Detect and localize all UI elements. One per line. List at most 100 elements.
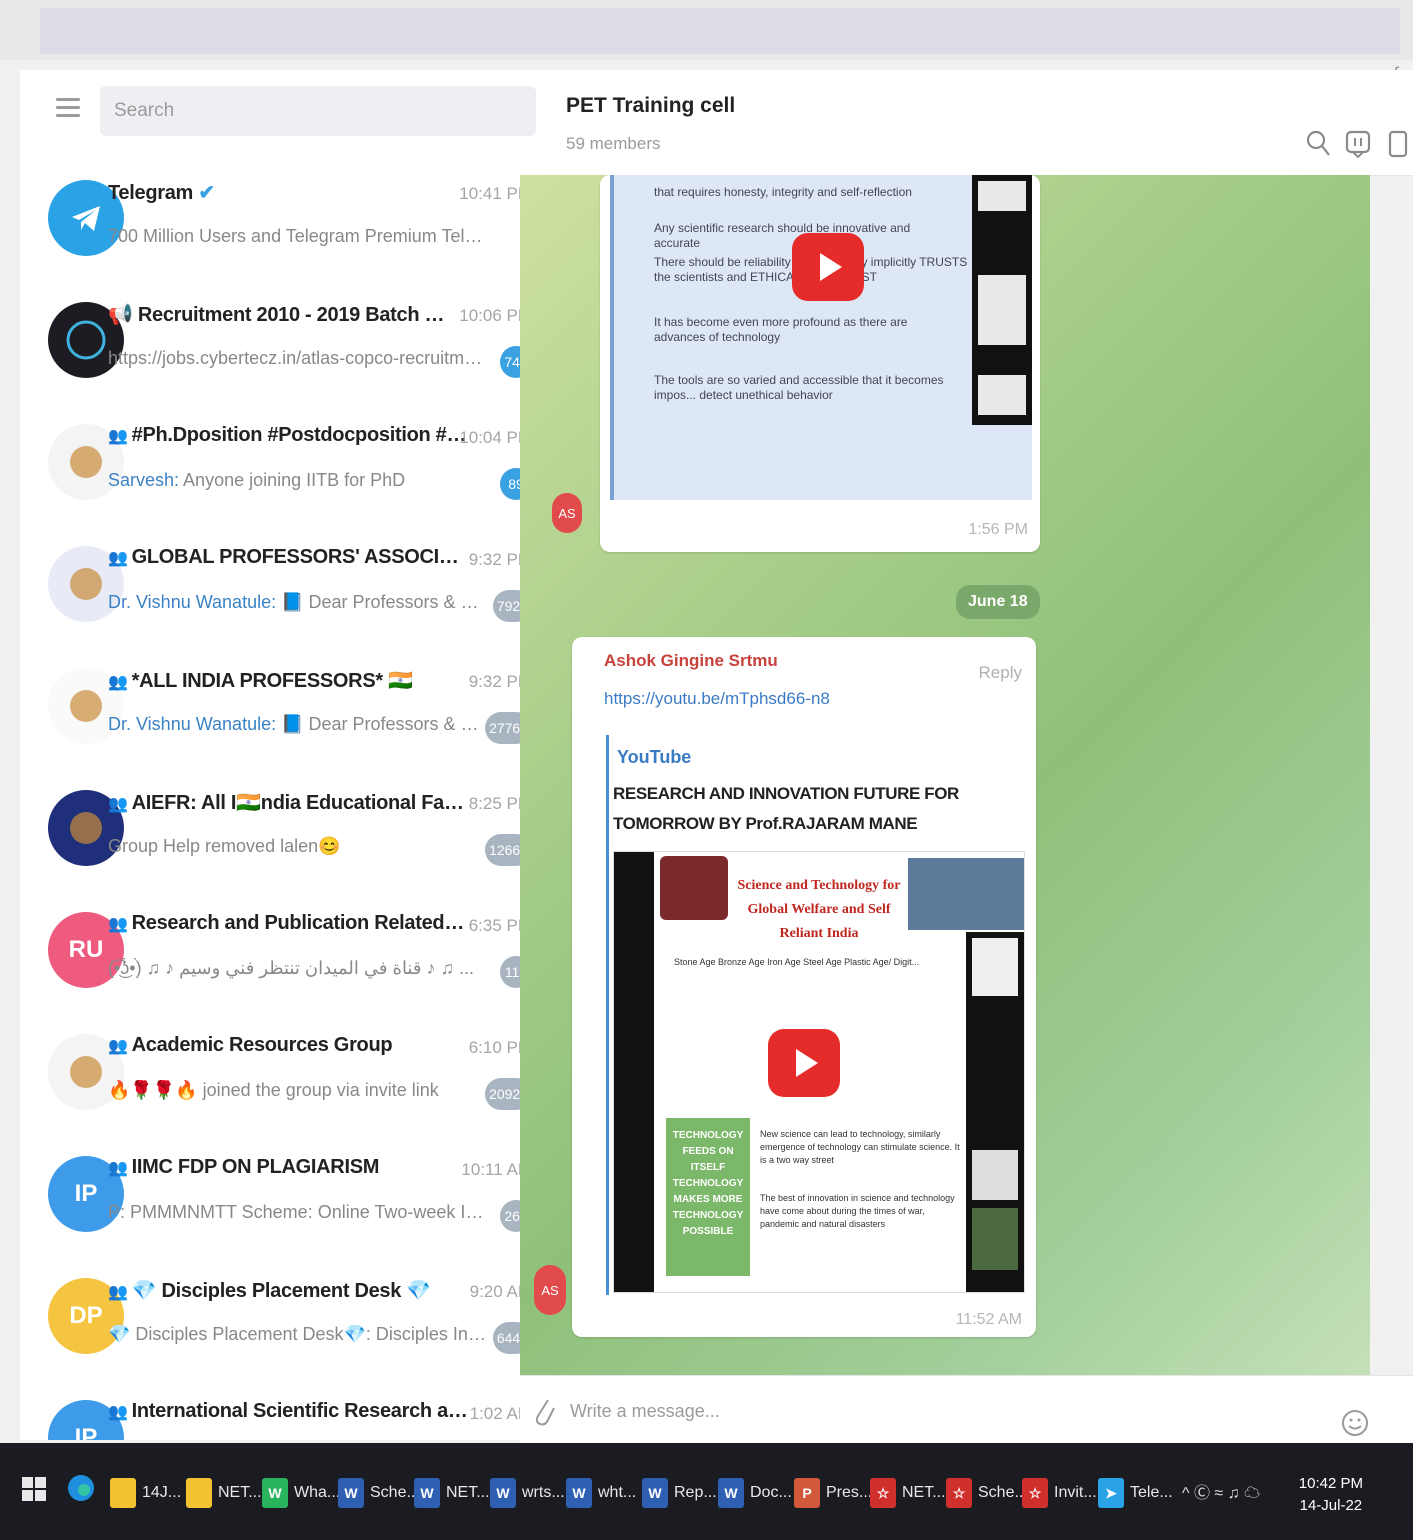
verified-icon: ✔ xyxy=(198,182,215,204)
chat-item[interactable]: 📢 Recruitment 2010 - 2019 Batch 🎓 CyberT… xyxy=(20,288,548,410)
chat-item[interactable]: IP 👥 IIMC FDP ON PLAGIARISM 10:11 AM P: PMMM… xyxy=(20,1142,548,1264)
attach-icon[interactable] xyxy=(530,1390,556,1430)
thumbnail-text: New science can lead to technology, simi… xyxy=(760,1129,960,1165)
message-composer xyxy=(520,1375,1413,1444)
chat-item[interactable]: Telegram ✔ 10:41 PM 700 Million Users and … xyxy=(20,166,548,288)
taskbar-app[interactable]: W Wha... xyxy=(262,1469,340,1517)
chat-item[interactable]: 👥 *ALL INDIA PROFESSORS* 🇮🇳 9:32 PM Dr. Vis… xyxy=(20,654,548,776)
chat-item[interactable]: 👥 Academic Resources Group 6:10 PM 🔥🌹🌹🔥 joi… xyxy=(20,1020,548,1142)
play-video-button[interactable] xyxy=(768,1029,840,1097)
sidebar-toggle-icon[interactable] xyxy=(1384,128,1413,160)
app-icon: ☆ xyxy=(1022,1478,1048,1508)
search-icon[interactable] xyxy=(1304,128,1334,160)
preview-text: Anyone joining IITB for PhD xyxy=(183,470,406,490)
message-sender[interactable]: Ashok Gingine Srtmu xyxy=(604,651,778,671)
chat-title[interactable]: PET Training cell xyxy=(566,94,735,118)
chat-name: 👥Research and Publication Related Update… xyxy=(108,912,468,935)
taskbar-app[interactable]: W Doc... xyxy=(718,1469,792,1517)
taskbar-app[interactable]: 14J... xyxy=(110,1469,181,1517)
group-logo-icon xyxy=(70,1056,102,1088)
chat-item[interactable]: IP👥International Scientific Research and… xyxy=(20,1386,548,1440)
app-label: Sche... xyxy=(370,1484,420,1501)
chat-item[interactable]: 👥 GLOBAL PROFESSORS' ASSOCIATION 9:32 PM Dr… xyxy=(20,532,548,654)
chat-item[interactable]: 👥AIEFR: All I🇮🇳ndia Educational Faculty … xyxy=(20,776,548,898)
app-icon: W xyxy=(262,1478,288,1508)
search-input[interactable] xyxy=(100,86,536,136)
chat-name: 📢 Recruitment 2010 - 2019 Batch 🎓 CyberT… xyxy=(108,302,468,327)
chat-name: 👥 GLOBAL PROFESSORS' ASSOCIATION xyxy=(108,546,468,569)
chat-name-text: IIMC FDP ON PLAGIARISM xyxy=(131,1156,380,1178)
telegram-plane-icon xyxy=(72,206,100,231)
chat-preview: 💎 Disciples Placement Desk💎: Disciples I… xyxy=(108,1324,488,1345)
edge-browser-icon[interactable] xyxy=(66,1473,96,1503)
sender-avatar[interactable]: AS xyxy=(552,493,582,533)
chat-item[interactable]: RU👥Research and Publication Related Upda… xyxy=(20,898,548,1020)
message-link[interactable]: https://youtu.be/mTphsd66-n8 xyxy=(604,689,830,709)
member-count: 59 members xyxy=(566,134,661,153)
title-bar-band xyxy=(40,8,1400,54)
message-bubble[interactable]: that requires honesty, integrity and sel… xyxy=(600,175,1040,552)
taskbar-app[interactable]: W NET... xyxy=(414,1469,490,1517)
participant-thumbnails xyxy=(966,932,1024,1292)
app-icon xyxy=(186,1478,212,1508)
preview-text: (͡•͜ʖ͡•) ♫ ♪ قناة في الميدان تنتظر فني و… xyxy=(108,958,474,978)
taskbar-app[interactable]: ☆ Invit... xyxy=(1022,1469,1097,1517)
app-label: wht... xyxy=(598,1484,637,1501)
preview-text: 🔥🌹🌹🔥 joined the group via invite link xyxy=(108,1080,439,1100)
chat-preview: 🔥🌹🌹🔥 joined the group via invite link xyxy=(108,1080,488,1101)
taskbar-app[interactable]: P Pres... xyxy=(794,1469,872,1517)
chat-name-text: #Ph.Dposition #Postdocposition #internsh… xyxy=(131,424,468,446)
taskbar-app[interactable]: ☆ NET... xyxy=(870,1469,946,1517)
windows-start-icon[interactable] xyxy=(22,1477,46,1501)
group-logo-icon xyxy=(70,812,102,844)
system-tray[interactable]: ^ Ⓒ ≈ ♫ ☁ xyxy=(1182,1479,1260,1503)
taskbar-app[interactable]: ➤ Tele... xyxy=(1098,1469,1173,1517)
taskbar-app[interactable]: W Rep... xyxy=(642,1469,717,1517)
taskbar-app[interactable]: ☆ Sche... xyxy=(946,1469,1028,1517)
taskbar-app[interactable]: Wwrts... xyxy=(490,1469,565,1517)
app-icon: W xyxy=(642,1478,668,1508)
app-label: wrts... xyxy=(522,1484,565,1501)
play-video-button[interactable] xyxy=(792,233,864,301)
preview-text: 📘 Dear Professors & Research Schola... xyxy=(281,592,488,612)
chat-name-text: GLOBAL PROFESSORS' ASSOCIATION xyxy=(131,546,468,568)
taskbar-app[interactable]: NET... xyxy=(186,1469,262,1517)
speaker-photos xyxy=(908,858,1024,930)
chat-name-text: AIEFR: All I🇮🇳ndia Educational Faculty &… xyxy=(131,792,468,814)
preview-sender: Sarvesh: xyxy=(108,470,184,490)
hamburger-menu-icon[interactable] xyxy=(56,98,80,118)
group-icon: 👥 xyxy=(108,674,128,691)
slide-text: that requires honesty, integrity and sel… xyxy=(654,185,912,199)
message-bubble[interactable]: Ashok Gingine Srtmu Reply https://youtu.… xyxy=(572,637,1036,1337)
emoji-icon[interactable] xyxy=(1340,1408,1370,1438)
app-label: Rep... xyxy=(674,1484,717,1501)
clock-time: 10:42 PM xyxy=(1298,1475,1363,1492)
app-icon: W xyxy=(490,1478,516,1508)
taskbar-clock[interactable]: 10:42 PM 14-Jul-22 xyxy=(1299,1473,1363,1517)
chat-item[interactable]: DP 👥 💎 Disciples Placement Desk 💎 9:20 AM 💎 … xyxy=(20,1264,548,1386)
chat-preview: Dr. Vishnu Wanatule: 📘 Dear Professors &… xyxy=(108,714,488,735)
video-thumbnail[interactable]: that requires honesty, integrity and sel… xyxy=(610,175,1032,500)
taskbar-app[interactable]: W Sche... xyxy=(338,1469,420,1517)
chat-preview: (͡•͜ʖ͡•) ♫ ♪ قناة في الميدان تنتظر فني و… xyxy=(108,958,488,979)
message-input[interactable] xyxy=(568,1390,1292,1432)
group-icon: 👥 xyxy=(108,916,128,933)
chat-name-text: Telegram xyxy=(108,182,194,204)
app-label: NET... xyxy=(446,1484,490,1501)
app-icon: ➤ xyxy=(1098,1478,1124,1508)
group-icon: 👥 xyxy=(108,550,128,567)
preview-text: P: PMMMNMTT Scheme: Online Two-week Inte… xyxy=(108,1202,488,1222)
chat-name: 👥#Ph.Dposition #Postdocposition #interns… xyxy=(108,424,468,447)
chat-item[interactable]: 👥#Ph.Dposition #Postdocposition #interns… xyxy=(20,410,548,532)
reply-button[interactable]: Reply xyxy=(979,663,1022,683)
link-preview[interactable]: YouTube RESEARCH AND INNOVATION FUTURE F… xyxy=(606,735,1025,1295)
app-label: Invit... xyxy=(1054,1484,1097,1501)
taskbar-app[interactable]: Wwht... xyxy=(566,1469,636,1517)
group-logo-icon xyxy=(70,568,102,600)
app-icon: ☆ xyxy=(870,1478,896,1508)
preview-text: 💎 Disciples Placement Desk💎: Disciples I… xyxy=(108,1324,488,1344)
live-stream-icon[interactable] xyxy=(1344,128,1374,160)
app-label: Pres... xyxy=(826,1484,873,1501)
sender-avatar[interactable]: AS xyxy=(534,1265,566,1315)
chat-name-text: International Scientific Research and Pu… xyxy=(131,1400,468,1422)
